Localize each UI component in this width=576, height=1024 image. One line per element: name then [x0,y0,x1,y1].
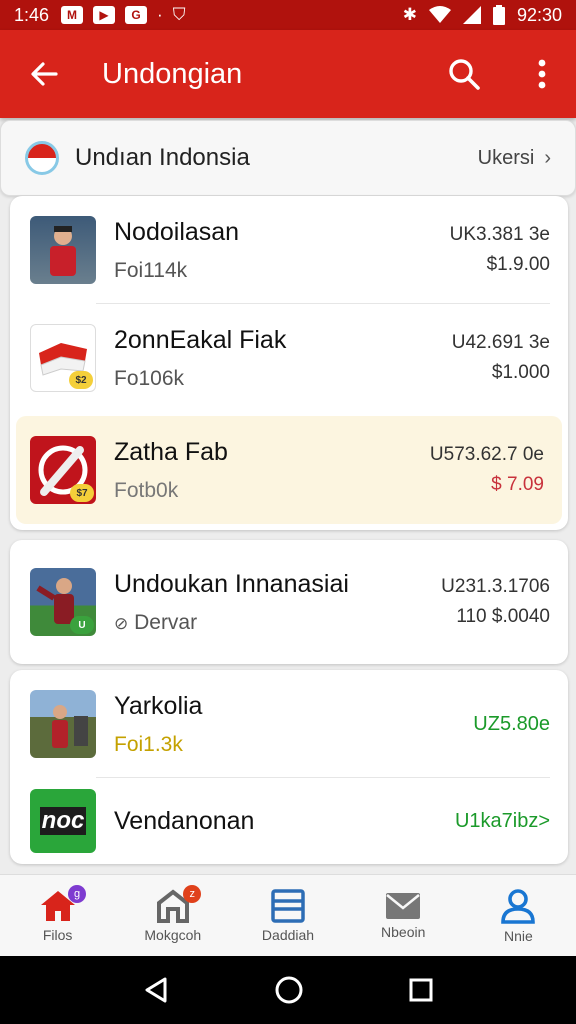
nav-tab-store[interactable]: z Mokgcoh [115,875,230,956]
page-title: Undongian [102,57,243,90]
dot-icon: · [157,5,163,24]
system-navigation-bar [0,956,576,1024]
gmail-icon: M [61,6,84,24]
list-card: Yarkolia Foi1.3k UZ5.80e noc Vendanonan … [10,670,568,864]
mail-icon [386,892,421,919]
status-clock: 92:30 [516,4,562,25]
item-price-secondary: $1.000 [491,362,550,383]
nav-label: Mokgcoh [144,926,202,943]
back-triangle-icon[interactable] [143,976,169,1004]
item-badge: U [70,616,94,634]
item-name: Zatha Fab [114,437,228,466]
list-card: U Undoukan Innanasiai ⊘ Dervar U231.3.17… [10,540,568,664]
list-item[interactable]: $2 2onnEakal Fiak Fo106k U42.691 3e $1.0… [10,304,568,412]
header-see-more-link[interactable]: Ukersi › [478,147,551,170]
person-icon [501,888,536,924]
search-button[interactable] [440,50,488,98]
nav-label: Nbeoin [381,923,426,940]
nav-badge: z [183,885,202,903]
back-button[interactable] [0,30,88,118]
nav-label: Daddiah [261,926,315,943]
item-subtitle: Foi1.3k [114,732,183,756]
more-options-button[interactable] [518,50,566,98]
item-price-primary: U231.3.1706 [441,576,550,597]
item-price-primary: UK3.381 3e [449,224,550,245]
nav-tab-list[interactable]: Daddiah [230,875,345,956]
home-circle-icon[interactable] [274,975,304,1005]
item-price-primary: UZ5.80e [473,712,550,735]
wifi-icon [428,6,451,24]
item-subtitle: Dervar [134,610,198,634]
nav-label: Nnie [504,927,533,944]
clock-icon: ⊘ [114,613,129,633]
list-item[interactable]: Yarkolia Foi1.3k UZ5.80e [10,670,568,778]
list-item-selected[interactable]: $7 Zatha Fab Fotb0k U573.62.7 0e $ 7.09 [16,416,562,524]
item-thumbnail: U [30,568,96,636]
item-price-secondary: $ 7.09 [491,474,544,495]
list-item[interactable]: Nodoilasan Foi114k UK3.381 3e $1.9.00 [10,196,568,304]
app-bar: Undongian [0,30,576,118]
item-price-secondary: 110 $.0040 [456,606,550,627]
item-name: 2onnEakal Fiak [114,325,287,354]
item-price-primary: U573.62.7 0e [429,444,544,465]
signal-icon [462,6,481,24]
item-subtitle: Foi114k [114,258,188,282]
arrow-left-icon [31,62,58,86]
list-item[interactable]: noc Vendanonan U1ka7ibz> [10,778,568,864]
item-badge: $7 [70,484,94,502]
nav-tab-profile[interactable]: Nnie [461,875,576,956]
item-name: Vendanonan [114,806,255,835]
item-thumbnail: noc [30,789,96,853]
item-name: Nodoilasan [114,217,240,246]
list-icon [271,888,305,923]
item-subtitle: Fotb0k [114,478,179,502]
chevron-right-icon: › [544,146,551,169]
status-bar: 1:46 M ▶ G · ⛉ ✱ 92:30 [0,0,576,30]
nav-label: Filos [42,926,73,943]
recents-square-icon[interactable] [409,978,433,1002]
item-thumbnail [30,690,96,758]
status-time: 1:46 [14,4,50,25]
shield-icon: ⛉ [172,5,186,24]
indonesia-emblem-icon [25,141,59,175]
g-icon: G [125,6,148,24]
item-price-primary: U1ka7ibz> [454,809,550,832]
item-price-primary: U42.691 3e [451,332,550,353]
category-header[interactable]: Undıan Indonsia Ukersi › [0,120,576,196]
list-item[interactable]: U Undoukan Innanasiai ⊘ Dervar U231.3.17… [10,540,568,664]
item-logo-text: noc [39,807,87,835]
battery-icon [492,5,505,25]
nav-badge: g [68,885,86,903]
bluetooth-icon: ✱ [402,5,417,24]
item-name: Yarkolia [114,691,203,720]
nav-tab-home[interactable]: g Filos [0,875,115,956]
item-thumbnail [30,216,96,284]
item-name: Undoukan Innanasiai [114,569,349,598]
bottom-navigation: g Filos z Mokgcoh Daddiah Nbeoin Nnie [0,874,576,956]
item-thumbnail: $7 [30,436,96,504]
search-icon [449,59,480,90]
item-badge: $2 [69,371,93,389]
header-link-label: Ukersi [477,146,535,169]
more-vert-icon [538,59,546,89]
header-title: Undıan Indonsia [75,144,250,171]
item-subtitle-wrap: ⊘ Dervar [114,611,441,635]
item-thumbnail: $2 [30,324,96,392]
nav-tab-mail[interactable]: Nbeoin [346,875,461,956]
item-subtitle: Fo106k [114,366,185,390]
photos-icon: ▶ [93,6,116,24]
list-card: Nodoilasan Foi114k UK3.381 3e $1.9.00 $2… [10,196,568,530]
item-price-secondary: $1.9.00 [486,254,550,275]
